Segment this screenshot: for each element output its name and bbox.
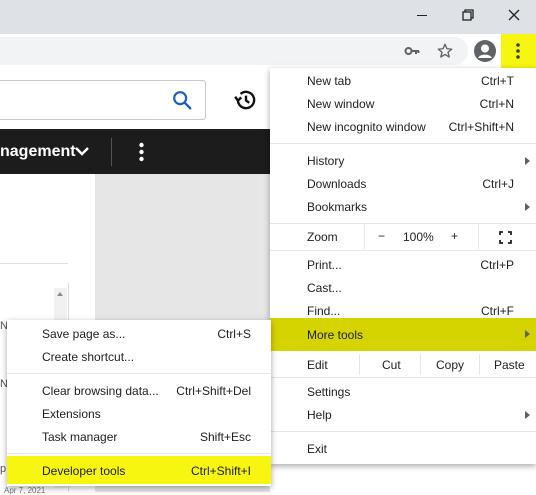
menu-item-label: Create shortcut... (42, 350, 135, 364)
zoom-level: 100% (403, 230, 434, 244)
menu-item-bookmarks[interactable]: Bookmarks (270, 196, 536, 219)
profile-icon[interactable] (473, 39, 497, 63)
menu-item-label: New window (307, 97, 375, 111)
submenu-item-create-shortcut[interactable]: Create shortcut... (7, 346, 271, 369)
menu-separator (7, 453, 271, 454)
menu-item-shortcut: Ctrl+Shift+Del (176, 384, 251, 398)
zoom-divider (478, 224, 479, 249)
more-tools-submenu: Save page as... Ctrl+S Create shortcut..… (7, 320, 271, 486)
menu-item-downloads[interactable]: Downloads Ctrl+J (270, 173, 536, 196)
submenu-item-clear-browsing-data[interactable]: Clear browsing data... Ctrl+Shift+Del (7, 380, 271, 403)
chevron-down-icon[interactable] (74, 145, 90, 157)
close-button[interactable] (491, 0, 536, 30)
menu-item-label: Bookmarks (307, 200, 368, 214)
cut-button[interactable]: Cut (382, 358, 401, 372)
edit-divider (420, 354, 421, 375)
menu-item-label: Zoom (307, 230, 338, 244)
submenu-arrow-icon (525, 157, 530, 165)
submenu-item-extensions[interactable]: Extensions (7, 403, 271, 426)
zoom-in-button[interactable]: + (451, 229, 458, 243)
menu-item-zoom: Zoom − 100% + (270, 224, 536, 249)
menu-item-history[interactable]: History (270, 150, 536, 173)
nav-management-label[interactable]: nagement (0, 143, 76, 161)
menu-item-label: Find... (307, 304, 341, 318)
menu-separator (7, 373, 271, 374)
copy-button[interactable]: Copy (436, 358, 464, 372)
menu-item-settings[interactable]: Settings (270, 381, 536, 404)
minimize-icon (417, 14, 427, 16)
menu-item-more-tools[interactable]: More tools (270, 318, 536, 351)
edit-divider (479, 354, 480, 375)
menu-separator (270, 377, 536, 378)
menu-item-shortcut: Ctrl+F (481, 304, 514, 318)
menu-item-help[interactable]: Help (270, 404, 536, 427)
fullscreen-icon[interactable] (499, 231, 512, 244)
menu-item-label: New incognito window (307, 120, 426, 134)
menu-item-label: Exit (307, 442, 328, 456)
chrome-menu-button[interactable] (501, 34, 536, 68)
paste-button[interactable]: Paste (494, 358, 525, 372)
menu-item-label: History (307, 154, 345, 168)
menu-item-label: Task manager (42, 430, 118, 444)
submenu-arrow-icon (525, 203, 530, 211)
zoom-divider (364, 224, 365, 249)
minimize-button[interactable] (399, 0, 445, 30)
menu-item-label: More tools (307, 328, 364, 342)
menu-item-label: Developer tools (42, 464, 126, 478)
zoom-out-button[interactable]: − (378, 229, 385, 243)
menu-item-new-window[interactable]: New window Ctrl+N (270, 93, 536, 116)
menu-item-label: Settings (307, 385, 351, 399)
title-bar (0, 0, 536, 34)
menu-item-shortcut: Ctrl+J (482, 177, 514, 191)
menu-item-shortcut: Ctrl+Shift+N (448, 120, 514, 134)
edit-divider (359, 354, 360, 375)
menu-item-label: Edit (307, 358, 328, 372)
restore-button[interactable] (445, 0, 491, 30)
address-bar[interactable] (0, 37, 468, 65)
menu-item-shortcut: Ctrl+N (479, 97, 514, 111)
menu-item-exit[interactable]: Exit (270, 438, 536, 461)
menu-item-shortcut: Ctrl+S (217, 327, 251, 341)
restore-icon (462, 9, 474, 21)
menu-item-label: Help (307, 408, 332, 422)
submenu-arrow-icon (525, 330, 530, 338)
menu-separator (270, 250, 536, 251)
menu-separator (270, 431, 536, 432)
menu-item-label: Downloads (307, 177, 367, 191)
menu-item-new-tab[interactable]: New tab Ctrl+T (270, 70, 536, 93)
menu-item-shortcut: Ctrl+T (481, 74, 514, 88)
submenu-arrow-icon (525, 411, 530, 419)
menu-item-edit: Edit Cut Copy Paste (270, 354, 536, 375)
menu-separator (270, 143, 536, 144)
key-icon[interactable] (404, 43, 420, 59)
vertical-dots-icon (516, 43, 520, 59)
menu-item-cast[interactable]: Cast... (270, 277, 536, 300)
chrome-main-menu: New tab Ctrl+T New window Ctrl+N New inc… (270, 68, 536, 464)
page-divider (0, 263, 68, 264)
submenu-item-task-manager[interactable]: Task manager Shift+Esc (7, 426, 271, 449)
menu-item-print[interactable]: Print... Ctrl+P (270, 254, 536, 277)
menu-item-label: Cast... (307, 281, 342, 295)
star-icon[interactable] (436, 42, 454, 60)
history-icon[interactable] (233, 87, 259, 113)
menu-item-label: Save page as... (42, 327, 126, 341)
submenu-item-developer-tools[interactable]: Developer tools Ctrl+Shift+I (7, 456, 271, 484)
menu-item-label: Extensions (42, 407, 101, 421)
menu-item-shortcut: Ctrl+Shift+I (190, 464, 251, 478)
menu-item-shortcut: Ctrl+P (480, 258, 514, 272)
nav-menu-icon[interactable] (139, 142, 144, 162)
menu-item-label: Print... (307, 258, 342, 272)
page-search-input[interactable] (0, 80, 206, 120)
page-date-text: Apr 7, 2021 (4, 486, 46, 495)
menu-item-label: Clear browsing data... (42, 384, 159, 398)
menu-item-new-incognito-window[interactable]: New incognito window Ctrl+Shift+N (270, 116, 536, 139)
nav-divider (111, 138, 112, 166)
page-fragment-text: p (0, 463, 7, 475)
menu-item-label: New tab (307, 74, 352, 88)
close-icon (508, 9, 520, 21)
menu-item-shortcut: Shift+Esc (199, 430, 251, 444)
submenu-item-save-page[interactable]: Save page as... Ctrl+S (7, 323, 271, 346)
search-icon[interactable] (171, 89, 193, 111)
